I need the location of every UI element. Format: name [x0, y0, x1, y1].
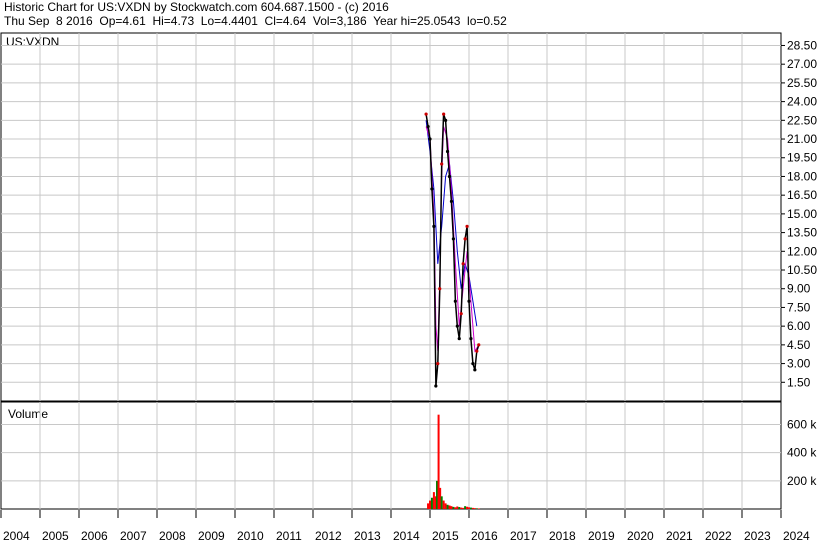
y-tick-label: 27.00 — [787, 57, 817, 71]
volume-bar — [440, 496, 443, 509]
volume-bar — [477, 508, 480, 509]
x-tick-label: 2020 — [627, 529, 654, 543]
price-point — [447, 174, 452, 179]
x-tick-label: 2004 — [3, 529, 30, 543]
price-point — [438, 287, 442, 291]
price-point — [455, 324, 459, 328]
price-point — [465, 224, 469, 228]
y-tick-label: 19.50 — [787, 151, 817, 165]
volume-bar — [458, 507, 461, 509]
x-tick-label: 2014 — [393, 529, 420, 543]
volume-bar — [466, 506, 469, 509]
x-tick-label: 2022 — [705, 529, 732, 543]
x-tick-label: 2010 — [237, 529, 264, 543]
y-tick-label: 18.00 — [787, 169, 817, 183]
x-tick-label: 2009 — [198, 529, 225, 543]
price-point — [451, 237, 455, 241]
y-tick-label: 7.50 — [787, 300, 811, 314]
y-tick-label: 12.00 — [787, 244, 817, 258]
x-tick-label: 2017 — [510, 529, 537, 543]
x-tick-label: 2024 — [783, 529, 810, 543]
y-tick-label: 22.50 — [787, 113, 817, 127]
price-point — [442, 112, 446, 116]
y-tick-label: 24.00 — [787, 95, 817, 109]
volume-bar — [454, 507, 457, 509]
x-tick-label: 2019 — [588, 529, 615, 543]
volume-bar — [464, 506, 467, 509]
volume-bar — [452, 506, 455, 509]
price-point — [475, 349, 479, 353]
y-tick-label: 9.00 — [787, 282, 811, 296]
price-point — [424, 112, 428, 116]
volume-bar — [460, 507, 463, 509]
volume-bar — [473, 508, 476, 509]
x-tick-label: 2016 — [471, 529, 498, 543]
price-point — [453, 299, 457, 303]
volume-bar — [446, 504, 449, 509]
price-point — [434, 384, 438, 388]
price-point — [430, 187, 434, 191]
y-tick-label: 4.50 — [787, 338, 811, 352]
volume-tick-label: 200 k — [787, 474, 817, 488]
volume-bar — [429, 500, 431, 509]
price-point — [467, 299, 471, 303]
x-tick-label: 2023 — [744, 529, 771, 543]
price-point — [440, 162, 444, 166]
y-tick-label: 1.50 — [787, 375, 811, 389]
price-point — [461, 262, 465, 266]
price-panel-label: US:VXDN — [6, 35, 59, 49]
price-point — [426, 124, 430, 129]
x-tick-label: 2005 — [42, 529, 69, 543]
y-tick-label: 15.00 — [787, 207, 817, 221]
x-tick-label: 2021 — [666, 529, 693, 543]
volume-tick-label: 600 k — [787, 418, 817, 432]
x-tick-label: 2011 — [276, 529, 302, 543]
x-tick-label: 2018 — [549, 529, 576, 543]
price-point — [463, 237, 467, 241]
volume-bar — [448, 505, 451, 509]
price-point — [473, 368, 477, 372]
volume-bar — [475, 508, 478, 509]
x-tick-label: 2012 — [315, 529, 342, 543]
x-tick-label: 2015 — [432, 529, 459, 543]
x-tick-label: 2013 — [354, 529, 381, 543]
volume-bar — [442, 500, 445, 509]
volume-panel-label: Volume — [8, 407, 48, 421]
price-point — [471, 361, 475, 366]
y-tick-label: 10.50 — [787, 263, 817, 277]
y-tick-label: 25.50 — [787, 76, 817, 90]
price-point — [428, 137, 432, 141]
volume-bar — [462, 507, 465, 509]
price-point — [444, 118, 448, 122]
chart-canvas: US:VXDN Volume 2004 2005 2006 2007 2008 2009 2… — [0, 32, 817, 543]
y-tick-label: 16.50 — [787, 188, 817, 202]
y-tick-label: 6.00 — [787, 319, 811, 333]
price-point — [469, 337, 473, 341]
price-point — [432, 224, 436, 228]
volume-bar — [432, 492, 435, 509]
y-tick-label: 21.00 — [787, 132, 817, 146]
y-tick-label: 28.50 — [787, 38, 817, 52]
x-tick-label: 2006 — [81, 529, 108, 543]
y-tick-label: 13.50 — [787, 226, 817, 240]
y-tick-label: 3.00 — [787, 357, 811, 371]
volume-bar — [450, 506, 453, 509]
price-point — [436, 361, 440, 366]
stock-chart: Historic Chart for US:VXDN by Stockwatch… — [0, 0, 830, 543]
volume-bar — [430, 497, 433, 509]
x-tick-label: 2008 — [159, 529, 186, 543]
volume-bar — [469, 507, 472, 509]
volume-tick-label: 400 k — [787, 446, 817, 460]
volume-bar — [471, 507, 474, 509]
price-point — [477, 343, 481, 347]
price-point — [445, 149, 450, 154]
x-tick-label: 2007 — [120, 529, 147, 543]
price-point — [449, 199, 454, 204]
volume-bar — [468, 507, 470, 509]
volume-bar — [456, 506, 459, 509]
price-point — [457, 337, 461, 341]
volume-bar — [444, 503, 447, 509]
price-point — [459, 312, 463, 316]
volume-bar — [427, 503, 430, 509]
